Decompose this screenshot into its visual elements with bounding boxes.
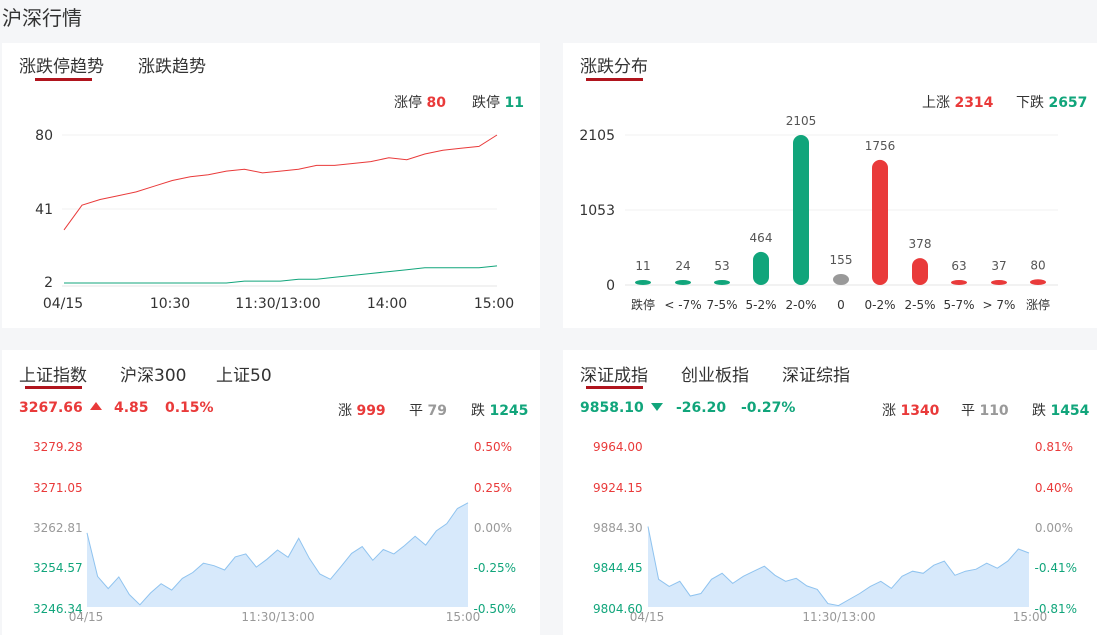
bar-value-label: 24 [675,259,690,273]
bar-category-label: > 7% [983,298,1016,312]
bar-value-label: 378 [909,237,932,251]
distribution-chart: 2105 1053 0 11 跌停 24 < -7% 53 7-5% 464 5-2% 2105… [579,114,1058,312]
sz-intraday-chart: 9964.00 9924.15 9884.30 9844.45 9804.60 … [593,440,1077,624]
y-tick: 1053 [579,203,615,219]
bar-category-label: 0 [837,298,845,312]
y-tick: 2105 [579,128,615,144]
y-tick-left: 9964.00 [593,440,643,454]
sh-index-panel: 上证指数 沪深300 上证50 3267.66 4.85 0.15% 涨 999… [2,350,540,635]
y-tick-right: 0.00% [1035,521,1073,535]
sz-area-series [647,526,1030,607]
y-tick-left: 9884.30 [593,521,643,535]
y-tick-left: 3254.57 [33,561,83,575]
y-tick: 80 [35,128,53,144]
distribution-bar [833,273,849,285]
bar-category-label: 2-5% [904,298,935,312]
y-tick-right: 0.81% [1035,440,1073,454]
limit-trend-panel: 涨跌停趋势 涨跌趋势 涨停 80 跌停 11 80 41 2 04/15 10:… [2,43,540,328]
y-tick-left: 3262.81 [33,521,83,535]
y-tick-left: 3279.28 [33,440,83,454]
bar-category-label: 5-2% [745,298,776,312]
bar-value-label: 63 [951,259,966,273]
y-tick-left: 3271.05 [33,481,83,495]
sh-intraday-chart: 3279.28 3271.05 3262.81 3254.57 3246.34 … [33,440,516,624]
distribution-bar [793,135,809,285]
y-tick: 41 [35,202,53,218]
bar-value-label: 53 [714,259,729,273]
x-tick: 14:00 [367,296,407,312]
bar-category-label: 5-7% [943,298,974,312]
sz-index-panel: 深证成指 创业板指 深证综指 9858.10 -26.20 -0.27% 涨 1… [563,350,1097,635]
bar-value-label: 37 [991,259,1006,273]
bar-value-label: 1756 [865,139,896,153]
x-tick: 04/15 [630,610,665,624]
distribution-bar [675,280,691,285]
limit-down-line [64,265,498,284]
bar-value-label: 11 [635,259,650,273]
y-tick-right: 0.25% [474,481,512,495]
x-tick: 11:30/13:00 [802,610,875,624]
distribution-panel: 涨跌分布 上涨 2314 下跌 2657 2105 1053 0 11 跌停 24 <… [563,43,1097,328]
bar-value-label: 155 [830,253,853,267]
y-tick-right: -0.25% [474,561,516,575]
bar-value-label: 464 [750,231,773,245]
x-tick: 11:30/13:00 [235,296,320,312]
distribution-bar [714,280,730,285]
y-tick-right: 0.40% [1035,481,1073,495]
x-tick: 10:30 [150,296,190,312]
limit-trend-chart: 80 41 2 04/15 10:30 11:30/13:00 14:00 15… [35,128,514,312]
bar-category-label: 涨停 [1026,297,1050,312]
bar-category-label: 0-2% [864,298,895,312]
distribution-bar [951,280,967,285]
y-tick-left: 9924.15 [593,481,643,495]
distribution-bar [991,280,1007,285]
y-tick: 0 [606,278,615,294]
distribution-bar [872,159,888,285]
sz-index-fill [648,526,1029,607]
bar-value-label: 80 [1030,258,1045,272]
distribution-bar [1030,279,1046,285]
distribution-bar [753,251,769,285]
distribution-bar [635,280,651,285]
x-tick: 15:00 [446,610,481,624]
sh-index-fill [87,502,468,607]
x-tick: 04/15 [69,610,104,624]
y-tick-right: -0.41% [1035,561,1077,575]
y-tick: 2 [44,275,53,291]
sh-area-series [86,502,469,607]
x-tick: 11:30/13:00 [241,610,314,624]
page-title: 沪深行情 [2,6,82,30]
distribution-bars: 11 跌停 24 < -7% 53 7-5% 464 5-2% 2105 2-0% 155 0 1756… [631,114,1050,312]
limit-up-line [63,134,498,231]
y-tick-left: 9844.45 [593,561,643,575]
bar-category-label: 7-5% [706,298,737,312]
y-tick-right: 0.00% [474,521,512,535]
x-tick: 15:00 [1013,610,1048,624]
bar-category-label: < -7% [664,298,701,312]
x-tick: 04/15 [43,296,83,312]
bar-value-label: 2105 [786,114,817,128]
y-tick-right: 0.50% [474,440,512,454]
x-tick: 15:00 [474,296,514,312]
bar-category-label: 跌停 [631,297,655,312]
distribution-bar [912,258,928,285]
bar-category-label: 2-0% [785,298,816,312]
